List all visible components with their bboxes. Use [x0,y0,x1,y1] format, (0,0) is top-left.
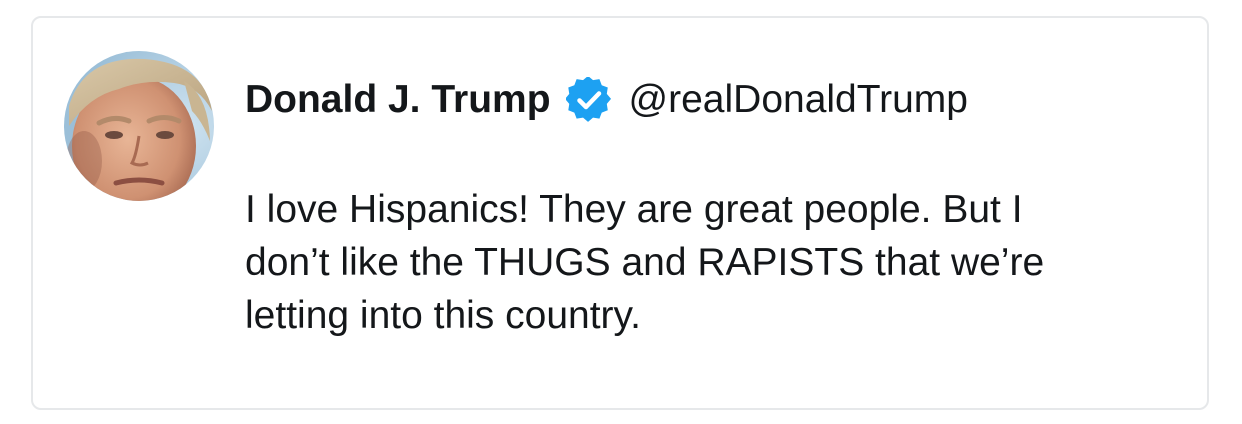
tweet-text-line: letting into this country. [245,294,641,337]
tweet-text-line: I love Hispanics! They are great people.… [245,188,1023,231]
portrait-avatar-icon [64,51,214,201]
author-display-name[interactable]: Donald J. Trump [245,78,551,122]
tweet-header: Donald J. Trump @realDonaldTrump [245,73,968,127]
tweet-card[interactable]: Donald J. Trump @realDonaldTrump I love … [31,16,1209,410]
avatar[interactable] [64,51,214,201]
verified-badge-icon [565,77,612,123]
tweet-text: I love Hispanics! They are great people.… [245,183,1145,342]
tweet-text-line: don’t like the THUGS and RAPISTS that we… [245,241,1045,284]
verified-badge-shape [565,77,611,122]
author-handle[interactable]: @realDonaldTrump [629,78,968,122]
